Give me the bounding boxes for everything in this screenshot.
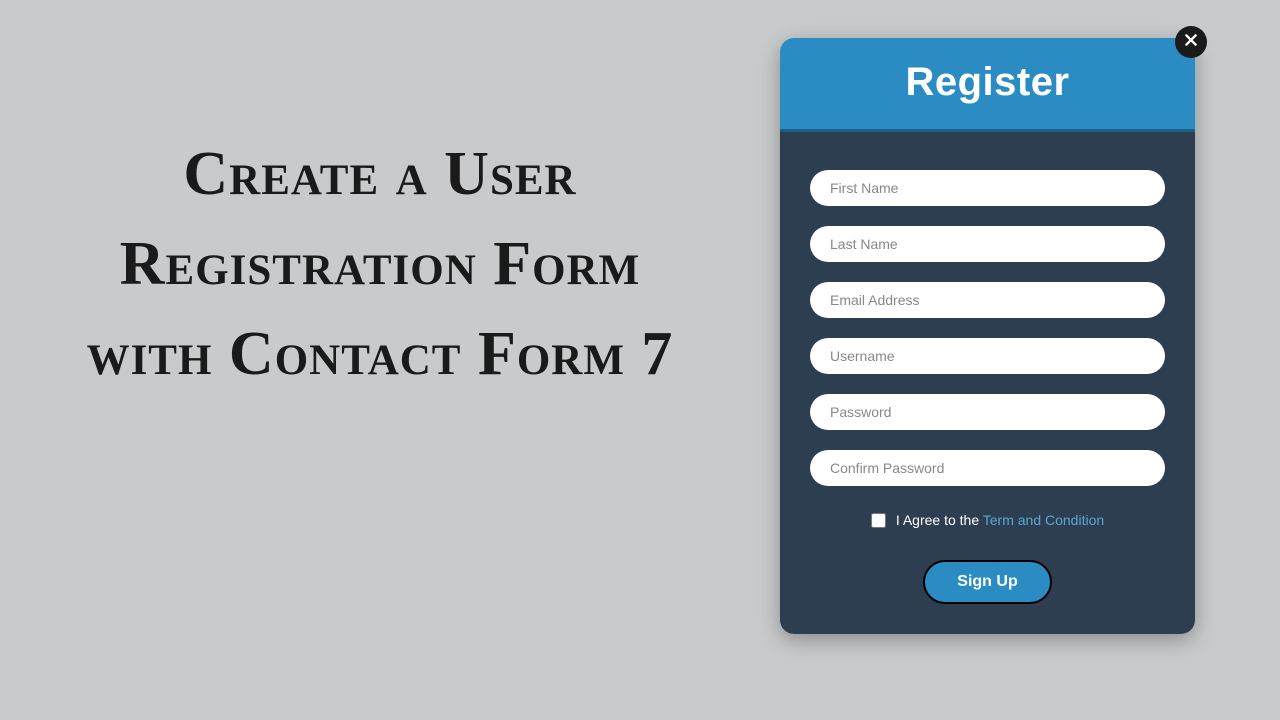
register-modal: Register I Agree to the Term and Conditi…: [780, 38, 1195, 634]
modal-header: Register: [780, 38, 1195, 132]
signup-button[interactable]: Sign Up: [923, 560, 1051, 604]
password-input[interactable]: [810, 394, 1165, 430]
last-name-input[interactable]: [810, 226, 1165, 262]
terms-checkbox[interactable]: [871, 513, 886, 528]
email-input[interactable]: [810, 282, 1165, 318]
close-icon: [1183, 32, 1199, 53]
terms-prefix: I Agree to the: [896, 512, 983, 528]
confirm-password-input[interactable]: [810, 450, 1165, 486]
page-heading: Create a User Registration Form with Con…: [60, 130, 700, 400]
close-button[interactable]: [1175, 26, 1207, 58]
modal-body: I Agree to the Term and Condition Sign U…: [780, 132, 1195, 634]
modal-container: Register I Agree to the Term and Conditi…: [780, 38, 1195, 634]
first-name-input[interactable]: [810, 170, 1165, 206]
terms-link[interactable]: Term and Condition: [983, 512, 1104, 528]
terms-label: I Agree to the Term and Condition: [896, 512, 1104, 528]
username-input[interactable]: [810, 338, 1165, 374]
terms-row: I Agree to the Term and Condition: [871, 512, 1104, 528]
modal-title: Register: [780, 60, 1195, 105]
